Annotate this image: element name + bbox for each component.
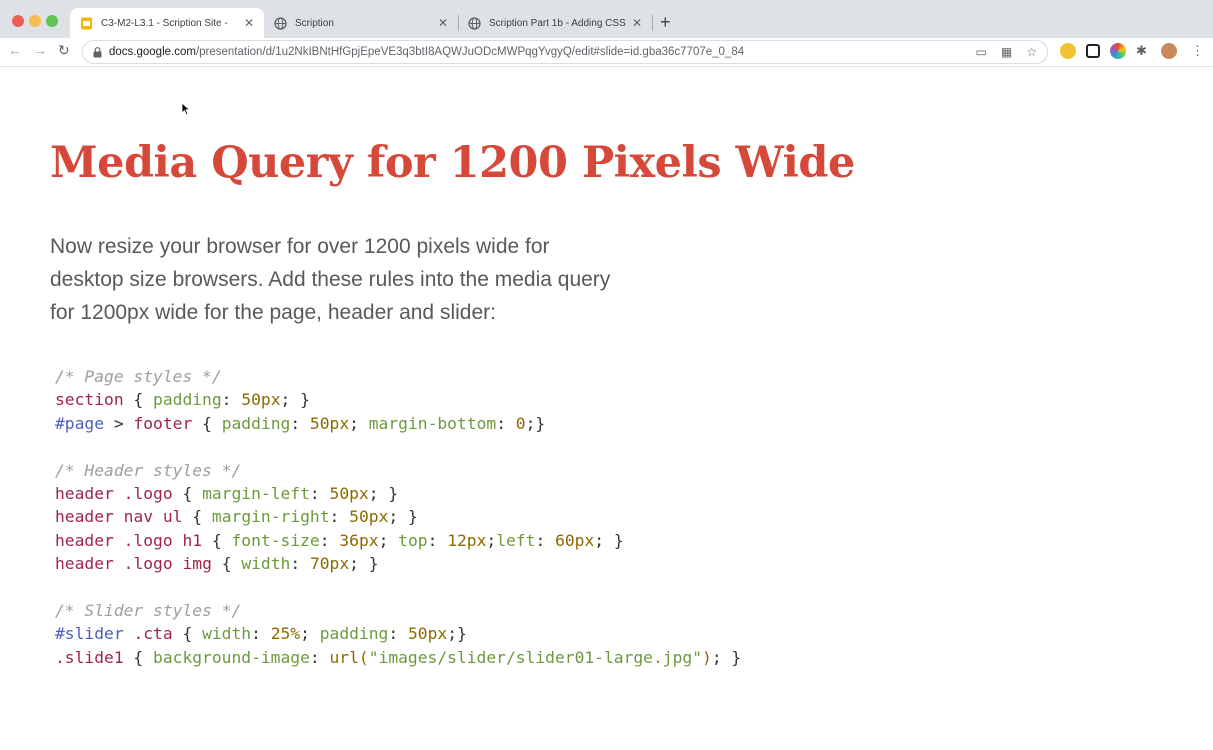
close-tab-icon[interactable]: ✕	[244, 16, 254, 30]
browser-tab-bar: C3-M2-L3.1 - Scription Site - ✕ Scriptio…	[0, 0, 1213, 38]
maximize-window-button[interactable]	[46, 15, 58, 27]
tab-separator	[652, 15, 653, 31]
color-picker-extension-icon[interactable]	[1110, 43, 1126, 59]
tab-label: C3-M2-L3.1 - Scription Site -	[101, 17, 228, 29]
tab-scription[interactable]: Scription ✕	[264, 8, 458, 38]
cast-icon[interactable]: ▭	[976, 45, 987, 59]
slide-title: Media Query for 1200 Pixels Wide	[50, 138, 855, 188]
globe-icon	[274, 16, 287, 30]
code-block: /* Page styles */ section { padding: 50px…	[55, 365, 741, 669]
reload-icon[interactable]: ↻	[58, 42, 70, 59]
slide-canvas: Media Query for 1200 Pixels Wide Now res…	[0, 68, 1213, 750]
notion-extension-icon[interactable]	[1086, 44, 1100, 58]
address-bar[interactable]: docs.google.com/presentation/d/1u2NkIBNt…	[82, 40, 1048, 64]
bookmark-star-icon[interactable]: ☆	[1026, 45, 1037, 59]
address-bar-actions: ▭ ▦ ☆	[976, 45, 1037, 59]
code-line: #slider .cta { width: 25%; padding: 50px…	[55, 624, 467, 644]
google-slides-icon	[81, 17, 92, 29]
code-line: header .logo { margin-left: 50px; }	[55, 483, 399, 503]
qr-code-icon[interactable]: ▦	[1001, 45, 1012, 59]
close-window-button[interactable]	[12, 15, 24, 27]
tab-slides[interactable]: C3-M2-L3.1 - Scription Site - ✕	[70, 8, 264, 38]
url-path: /presentation/d/1u2NkIBNtHfGpjEpeVE3q3bt…	[195, 46, 745, 58]
tab-scription-part-1b[interactable]: Scription Part 1b - Adding CSS ✕	[458, 8, 652, 38]
close-tab-icon[interactable]: ✕	[438, 16, 448, 30]
code-line: header .logo img { width: 70px; }	[55, 554, 379, 574]
close-tab-icon[interactable]: ✕	[632, 16, 642, 30]
tab-label: Scription Part 1b - Adding CSS	[489, 17, 626, 29]
extension-yellow-icon[interactable]	[1060, 43, 1076, 59]
code-line: header .logo h1 { font-size: 36px; top: …	[55, 530, 624, 550]
slide-paragraph: Now resize your browser for over 1200 pi…	[50, 230, 730, 329]
paragraph-line: Now resize your browser for over 1200 pi…	[50, 235, 550, 258]
globe-icon	[468, 16, 481, 30]
paragraph-line: desktop size browsers. Add these rules i…	[50, 268, 611, 291]
menu-kebab-icon[interactable]: ⋮	[1191, 43, 1204, 59]
browser-toolbar: ← → ↻ docs.google.com/presentation/d/1u2…	[0, 38, 1213, 67]
code-comment-line: /* Slider styles */	[55, 600, 242, 620]
new-tab-button[interactable]: +	[660, 12, 671, 33]
mouse-cursor-icon	[181, 102, 191, 116]
code-comment-line: /* Header styles */	[55, 460, 242, 480]
minimize-window-button[interactable]	[29, 15, 41, 27]
code-comment-line: /* Page styles */	[55, 367, 222, 386]
back-icon[interactable]: ←	[8, 42, 22, 58]
code-line: section { padding: 50px; }	[55, 390, 310, 410]
url-host: docs.google.com	[109, 46, 196, 58]
extensions-puzzle-icon[interactable]: ✱	[1136, 43, 1147, 59]
code-line: .slide1 { background-image: url("images/…	[55, 647, 742, 667]
lock-icon	[93, 46, 102, 57]
paragraph-line: for 1200px wide for the page, header and…	[50, 301, 496, 324]
tab-label: Scription	[295, 17, 334, 29]
forward-icon[interactable]: →	[33, 42, 47, 58]
code-line: #page > footer { padding: 50px; margin-b…	[55, 413, 546, 433]
profile-avatar[interactable]	[1161, 43, 1177, 59]
code-line: header nav ul { margin-right: 50px; }	[55, 507, 418, 527]
